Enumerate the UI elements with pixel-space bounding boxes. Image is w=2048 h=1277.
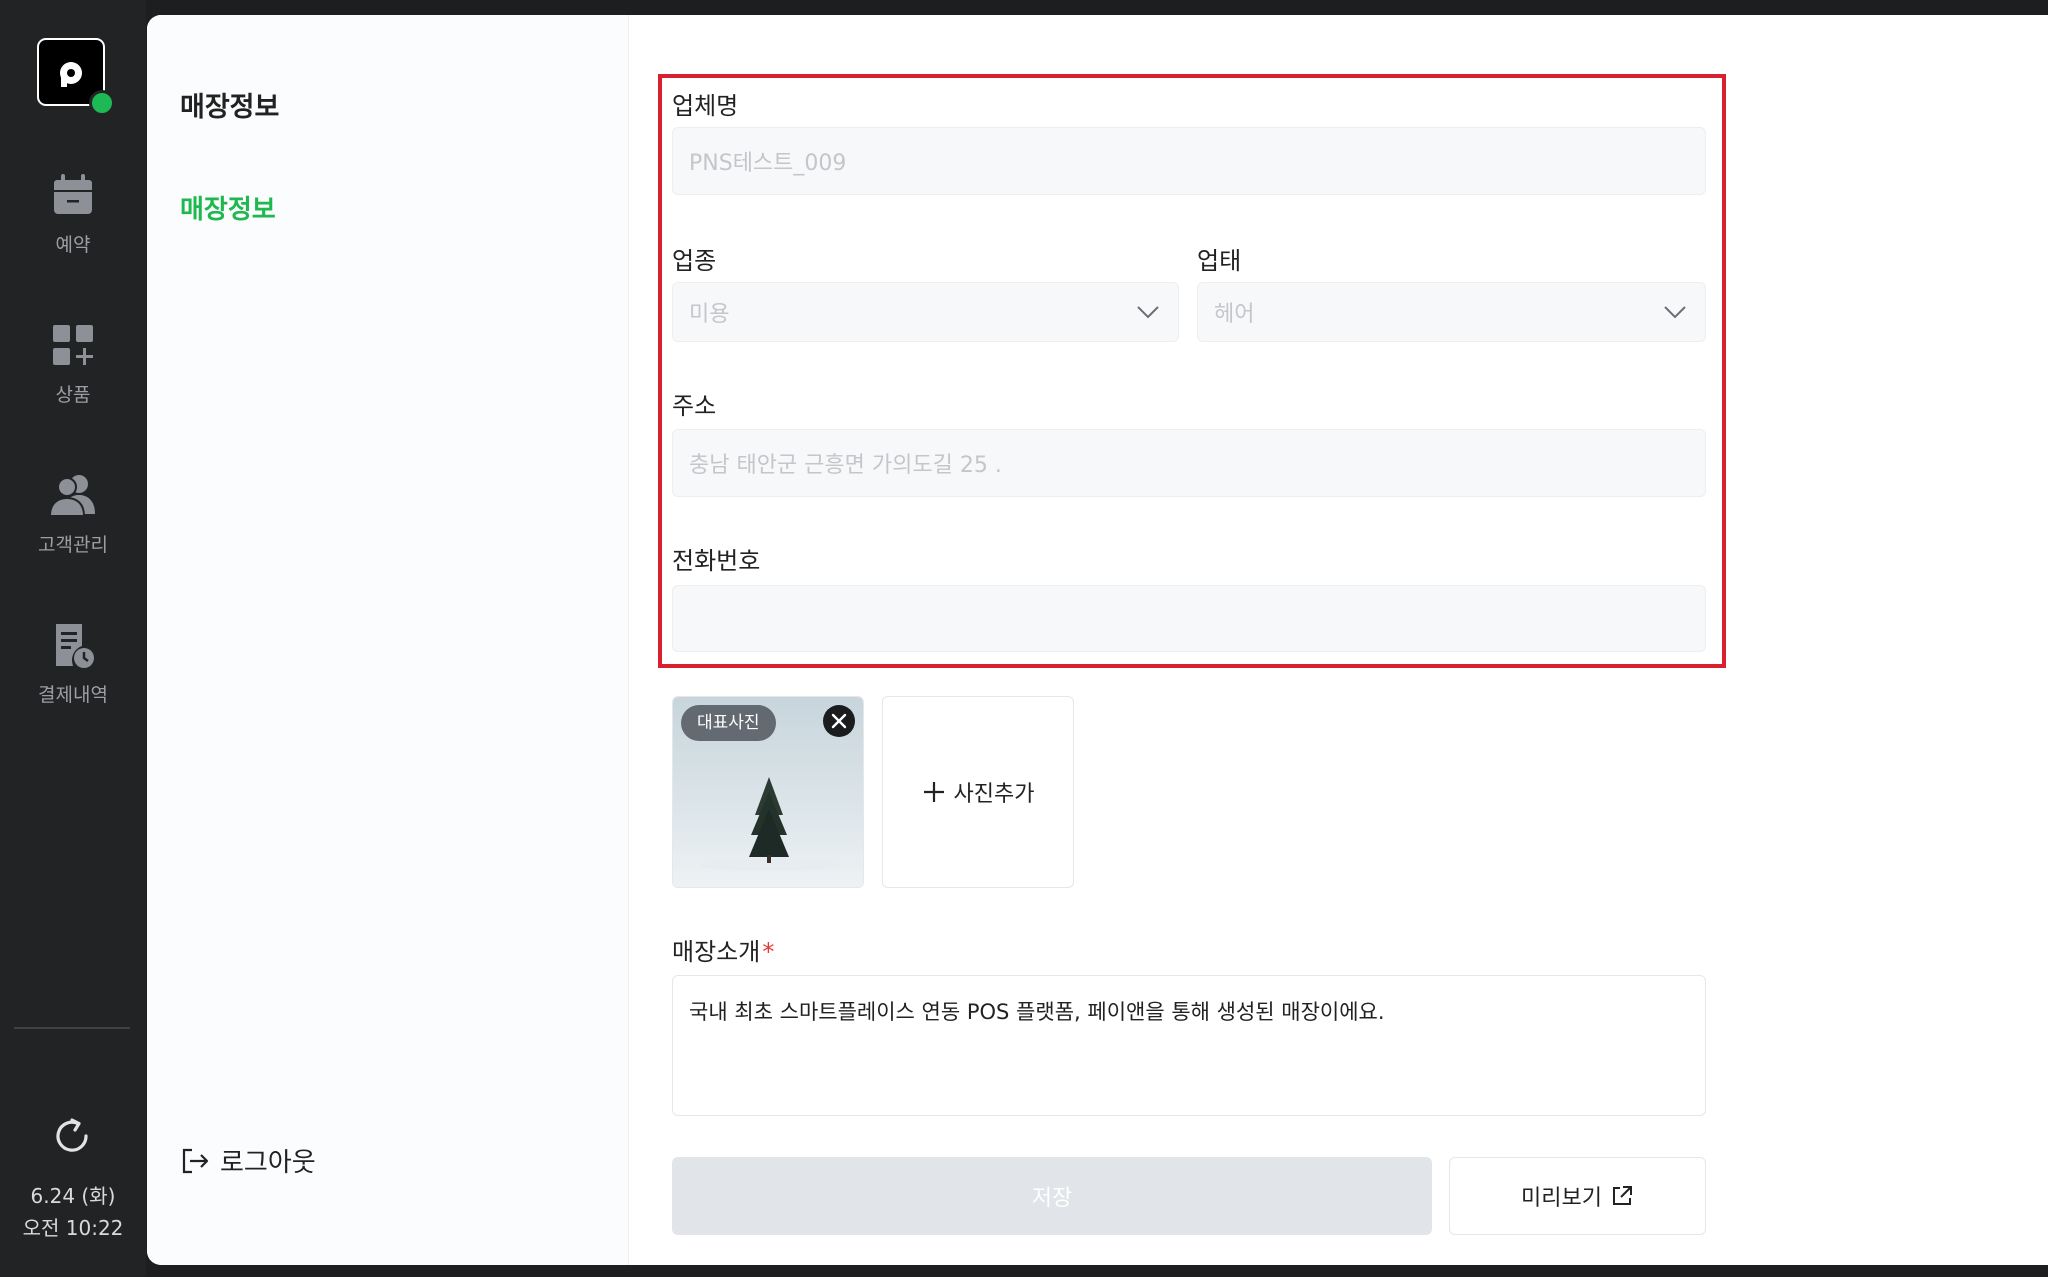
subnav-item-store-info[interactable]: 매장정보 bbox=[180, 189, 276, 226]
rail-item-label: 고객관리 bbox=[38, 534, 108, 556]
logout-button[interactable]: 로그아웃 bbox=[180, 1142, 316, 1179]
logout-label: 로그아웃 bbox=[220, 1148, 316, 1178]
preview-label: 미리보기 bbox=[1521, 1186, 1602, 1211]
current-date: 6.24 (화) bbox=[30, 1184, 116, 1208]
subnav-title: 매장정보 bbox=[180, 92, 280, 123]
close-icon bbox=[831, 713, 847, 729]
main-photo-badge: 대표사진 bbox=[681, 705, 776, 741]
remove-photo-button[interactable] bbox=[823, 705, 855, 737]
refresh-icon[interactable] bbox=[48, 1112, 96, 1160]
rail-item-products[interactable]: 상품 bbox=[0, 320, 146, 407]
rail-item-customers[interactable]: 고객관리 bbox=[0, 470, 146, 557]
main-photo[interactable]: 대표사진 bbox=[672, 696, 864, 888]
plus-icon bbox=[923, 782, 944, 802]
receipt-clock-icon bbox=[56, 624, 94, 668]
rail-item-payments[interactable]: 결제내역 bbox=[0, 620, 146, 707]
preview-button[interactable]: 미리보기 bbox=[1449, 1157, 1706, 1235]
calendar-icon bbox=[54, 174, 92, 214]
add-photo-label: 사진추가 bbox=[953, 782, 1035, 807]
sub-navigation: 매장정보 매장정보 로그아웃 bbox=[147, 15, 629, 1265]
current-time: 오전 10:22 bbox=[22, 1216, 124, 1240]
intro-textarea[interactable]: 국내 최초 스마트플레이스 연동 POS 플랫폼, 페이앤을 통해 생성된 매장… bbox=[672, 975, 1706, 1116]
rail-item-label: 상품 bbox=[55, 384, 91, 406]
save-button[interactable]: 저장 bbox=[672, 1157, 1432, 1235]
rail-item-label: 예약 bbox=[55, 234, 91, 256]
logout-icon bbox=[182, 1148, 209, 1173]
app-rail: 예약 상품 고객관리 결제내역 6.24 (화) 오전 10:22 bbox=[0, 0, 146, 1277]
grid-plus-icon bbox=[53, 325, 93, 365]
add-photo-button[interactable]: 사진추가 bbox=[882, 696, 1074, 888]
rail-item-label: 결제내역 bbox=[38, 684, 108, 706]
app-logo[interactable] bbox=[37, 38, 115, 116]
rail-divider bbox=[14, 1027, 130, 1029]
intro-label: 매장소개* bbox=[672, 932, 774, 967]
required-mark: * bbox=[762, 938, 775, 966]
highlight-box bbox=[658, 74, 1726, 668]
users-icon bbox=[48, 475, 95, 517]
online-status-dot bbox=[89, 90, 115, 116]
rail-item-reservation[interactable]: 예약 bbox=[0, 170, 146, 257]
intro-label-text: 매장소개 bbox=[672, 938, 761, 966]
external-link-icon bbox=[1612, 1186, 1632, 1205]
